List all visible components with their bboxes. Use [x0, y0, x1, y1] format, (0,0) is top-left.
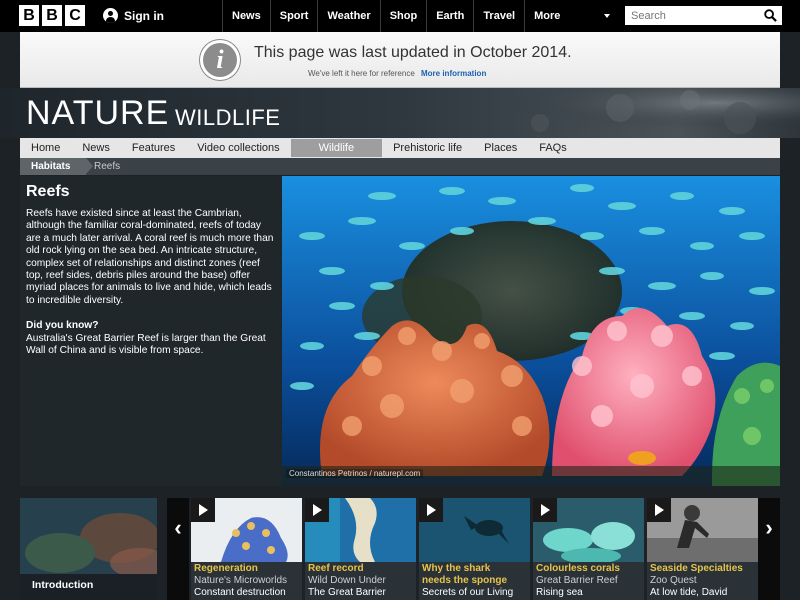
tab-video-collections[interactable]: Video collections — [186, 138, 290, 158]
notice-reference-text: We've left it here for reference — [308, 69, 415, 78]
reef-photo — [282, 176, 780, 486]
introduction-card[interactable]: Introduction — [20, 498, 157, 600]
logo-letter-c: C — [65, 5, 85, 26]
article-body: Reefs have existed since at least the Ca… — [26, 208, 274, 306]
sign-in-label: Sign in — [124, 8, 164, 23]
site-navigation: Home News Features Video collections Wil… — [20, 138, 780, 158]
breadcrumb-arrow-icon — [86, 158, 93, 174]
nav-earth[interactable]: Earth — [426, 0, 473, 32]
logo-letter-b1: B — [19, 5, 39, 26]
article-panel: Reefs Reefs have existed since at least … — [20, 176, 282, 486]
video-programme: Great Barrier Reef — [536, 575, 618, 586]
video-episode: The Great Barrier — [308, 587, 386, 598]
video-card-colourless-corals[interactable]: Colourless corals Great Barrier Reef Ris… — [533, 498, 644, 600]
did-you-know-heading: Did you know? — [26, 320, 99, 331]
play-icon[interactable] — [533, 498, 557, 522]
play-icon[interactable] — [647, 498, 671, 522]
user-icon — [103, 8, 118, 23]
video-title: Regeneration — [194, 563, 258, 574]
introduction-thumbnail — [20, 498, 157, 578]
video-card-regeneration[interactable]: Regeneration Nature's Microworlds Consta… — [191, 498, 302, 600]
tab-places[interactable]: Places — [473, 138, 528, 158]
breadcrumb-habitats[interactable]: Habitats — [20, 158, 86, 175]
search-box — [625, 6, 782, 26]
video-episode: Rising sea — [536, 587, 583, 598]
global-nav-links: News Sport Weather Shop Earth Travel Mor… — [222, 0, 620, 32]
introduction-label: Introduction — [20, 574, 157, 600]
bbc-logo[interactable]: B B C — [19, 5, 85, 26]
play-icon[interactable] — [191, 498, 215, 522]
nav-travel[interactable]: Travel — [473, 0, 524, 32]
video-title: Seaside Specialties — [650, 563, 743, 574]
info-icon: i — [200, 40, 240, 80]
video-card-shark-sponge[interactable]: Why the shark needs the sponge Secrets o… — [419, 498, 530, 600]
logo-letter-b2: B — [42, 5, 62, 26]
video-title: Why the shark needs the sponge — [422, 563, 508, 586]
video-programme: Wild Down Under — [308, 575, 386, 586]
notice-subtitle: We've left it here for reference More in… — [308, 69, 486, 78]
play-icon[interactable] — [305, 498, 329, 522]
video-episode: Secrets of our Living — [422, 587, 514, 598]
global-navigation-bar: B B C Sign in News Sport Weather Shop Ea… — [0, 0, 800, 32]
hero-reef-image: Constantinos Petrinos / naturepl.com — [282, 176, 780, 486]
tab-news[interactable]: News — [71, 138, 121, 158]
more-information-link[interactable]: More information — [421, 69, 486, 78]
video-card-reef-record[interactable]: Reef record Wild Down Under The Great Ba… — [305, 498, 416, 600]
video-title: Colourless corals — [536, 563, 620, 574]
photo-credit: Constantinos Petrinos / naturepl.com — [286, 469, 424, 478]
sign-in-link[interactable]: Sign in — [103, 8, 164, 23]
chevron-down-icon — [604, 14, 611, 18]
carousel-prev-button[interactable]: ‹ — [167, 498, 189, 600]
search-icon[interactable] — [764, 9, 777, 22]
breadcrumb: Habitats Reefs — [20, 158, 780, 175]
nav-more-dropdown[interactable]: More — [524, 0, 620, 32]
video-title: Reef record — [308, 563, 364, 574]
video-card-seaside-specialties[interactable]: Seaside Specialties Zoo Quest At low tid… — [647, 498, 758, 600]
nav-weather[interactable]: Weather — [317, 0, 379, 32]
search-input[interactable] — [625, 6, 755, 26]
site-header: NATURE WILDLIFE — [0, 88, 800, 138]
video-carousel: Introduction ‹ Regeneration Nature's Mic… — [20, 498, 780, 600]
nav-more-label: More — [534, 10, 561, 22]
tab-faqs[interactable]: FAQs — [528, 138, 578, 158]
nav-sport[interactable]: Sport — [269, 0, 318, 32]
brand-title[interactable]: NATURE — [26, 94, 169, 133]
video-episode: At low tide, David — [650, 587, 728, 598]
tab-wildlife[interactable]: Wildlife — [290, 139, 383, 157]
video-episode: Constant destruction — [194, 587, 286, 598]
tab-features[interactable]: Features — [121, 138, 186, 158]
archive-notice: i This page was last updated in October … — [20, 32, 780, 88]
video-programme: Zoo Quest — [650, 575, 697, 586]
video-programme: Nature's Microworlds — [194, 575, 288, 586]
breadcrumb-reefs: Reefs — [94, 161, 121, 172]
tab-prehistoric-life[interactable]: Prehistoric life — [382, 138, 473, 158]
did-you-know-text: Australia's Great Barrier Reef is larger… — [26, 333, 266, 357]
play-icon[interactable] — [419, 498, 443, 522]
page-title: Reefs — [26, 183, 70, 200]
carousel-next-button[interactable]: › — [758, 498, 780, 600]
tab-home[interactable]: Home — [20, 138, 71, 158]
nav-news[interactable]: News — [222, 0, 270, 32]
section-title[interactable]: WILDLIFE — [175, 105, 280, 131]
notice-title: This page was last updated in October 20… — [254, 44, 572, 61]
nav-shop[interactable]: Shop — [379, 0, 427, 32]
